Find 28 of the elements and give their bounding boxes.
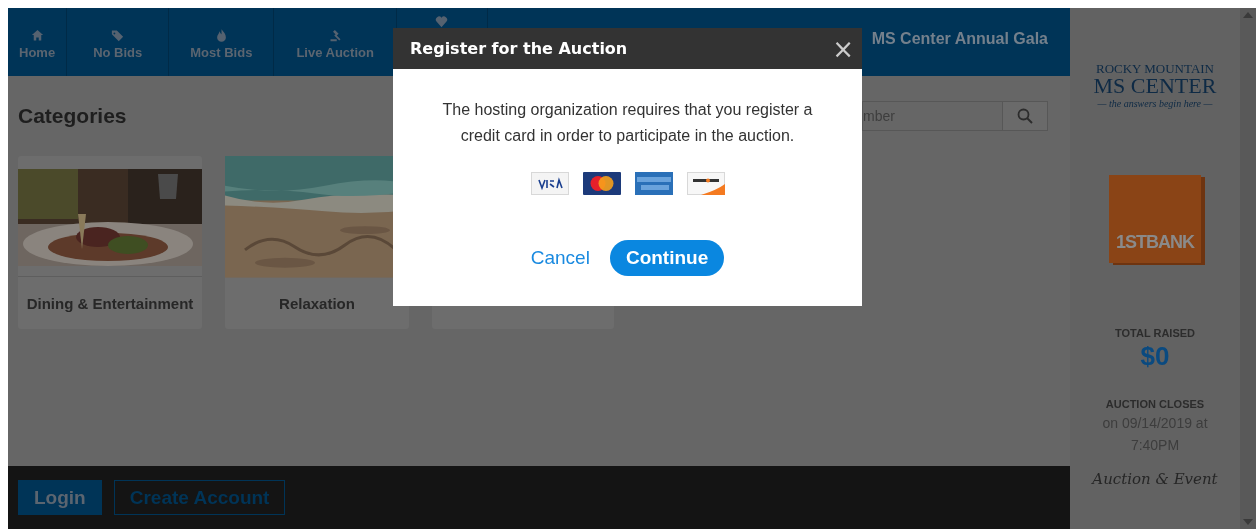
- category-label: Relaxation: [278, 293, 356, 314]
- card-logo-icon: [634, 172, 673, 195]
- category-label: Dining & Entertainment: [18, 276, 202, 329]
- total-amount: $0: [1140, 341, 1170, 372]
- login-button[interactable]: Login: [18, 480, 102, 515]
- modal-message: The hosting organization requires that you register a credit card in order to participate in the auction.: [441, 100, 814, 146]
- close-button[interactable]: ×: [832, 35, 854, 62]
- footer-logo: Auction & Event: [1092, 470, 1218, 488]
- search-button[interactable]: [1002, 101, 1048, 131]
- card-logo-icon: [686, 172, 725, 195]
- continue-button[interactable]: Continue: [609, 240, 725, 276]
- section-title: Categories: [18, 104, 127, 128]
- event-title: MS Center Annual Gala: [871, 30, 1048, 48]
- heart-icon: [434, 14, 450, 29]
- scrollbar[interactable]: [1240, 8, 1256, 529]
- search-icon: [1017, 108, 1033, 124]
- category-card[interactable]: Relaxation: [225, 156, 409, 329]
- cancel-link[interactable]: Cancel: [530, 247, 590, 269]
- logo: ROCKY MOUNTAIN MS CENTER — the answers begin here —: [1093, 62, 1217, 109]
- scroll-down-icon[interactable]: [1243, 519, 1253, 525]
- scroll-up-icon[interactable]: [1243, 12, 1253, 18]
- nav-icon: [29, 28, 45, 43]
- nav-icon: [110, 28, 126, 43]
- card-logo-icon: [582, 172, 621, 195]
- category-card[interactable]: Dining & Entertainment: [18, 156, 202, 329]
- card-logo-icon: [530, 172, 569, 195]
- create-account-button[interactable]: Create Account: [113, 480, 286, 515]
- modal-title: Register for the Auction: [410, 39, 628, 58]
